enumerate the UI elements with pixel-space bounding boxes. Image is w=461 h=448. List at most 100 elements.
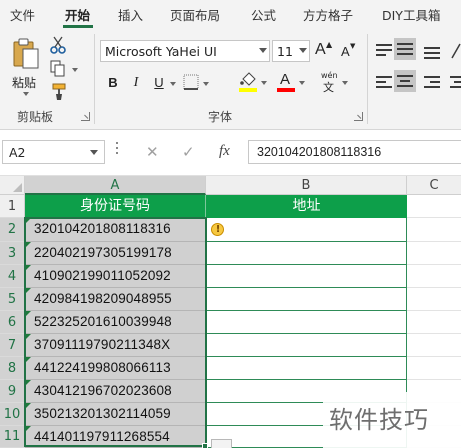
clipboard-group-label: 剪贴板 xyxy=(17,110,54,124)
enter-icon[interactable]: ✓ xyxy=(182,143,195,161)
font-color-icon: A xyxy=(280,71,291,88)
font-color-button[interactable]: A xyxy=(277,71,307,94)
borders-icon xyxy=(183,74,199,90)
address-cell[interactable] xyxy=(206,218,407,242)
tab-file[interactable]: 文件 xyxy=(10,5,35,24)
indent-button[interactable] xyxy=(450,76,461,90)
select-all-button[interactable] xyxy=(0,176,25,195)
orientation-icon xyxy=(451,43,461,59)
ribbon-home: 粘贴 剪贴板 Microsoft YaHei UI 11 A ▲ A ▼ B I… xyxy=(0,28,461,130)
scissors-icon xyxy=(50,36,66,54)
chevron-down-icon xyxy=(299,48,307,53)
row-header-7[interactable]: 7 xyxy=(0,334,25,357)
address-cell[interactable] xyxy=(206,242,407,265)
row-header-11[interactable]: 11 xyxy=(0,426,25,448)
grow-font-button[interactable]: A ▲ xyxy=(315,40,333,61)
align-top-button[interactable] xyxy=(376,44,392,58)
error-check-button[interactable]: ! xyxy=(209,222,227,238)
tab-insert[interactable]: 插入 xyxy=(118,5,143,24)
font-size-select[interactable]: 11 xyxy=(272,40,310,62)
formula-value: 320104201808118316 xyxy=(257,145,382,159)
column-header-a[interactable]: A xyxy=(25,176,206,195)
shrink-font-icon: A xyxy=(341,44,350,59)
tab-home[interactable]: 开始 xyxy=(65,5,90,24)
align-middle-button[interactable] xyxy=(394,38,416,60)
watermark-text: 软件技巧 xyxy=(329,406,429,434)
font-group-label: 字体 xyxy=(208,110,233,124)
warning-mark: ! xyxy=(215,224,221,235)
font-name-select[interactable]: Microsoft YaHei UI xyxy=(100,40,270,62)
underline-button[interactable]: U xyxy=(149,73,169,93)
name-box-value: A2 xyxy=(9,145,26,160)
font-size-value: 11 xyxy=(277,44,293,59)
address-cell[interactable] xyxy=(206,311,407,334)
paste-button[interactable]: 粘贴 xyxy=(8,36,44,96)
cut-button[interactable] xyxy=(50,36,70,56)
column-header-c[interactable]: C xyxy=(407,176,461,195)
fill-color-dropdown-icon xyxy=(261,81,267,85)
underline-dropdown-icon[interactable] xyxy=(170,82,176,86)
fill-color-button[interactable] xyxy=(239,72,269,94)
borders-button[interactable] xyxy=(183,74,211,92)
address-cell[interactable] xyxy=(206,357,407,380)
row-header-8[interactable]: 8 xyxy=(0,357,25,380)
copy-dropdown-icon[interactable] xyxy=(72,68,78,72)
format-painter-button[interactable] xyxy=(50,83,70,103)
align-right-button[interactable] xyxy=(424,76,440,90)
header-cell-id[interactable]: 身份证号码 xyxy=(25,195,206,218)
selection-range xyxy=(24,217,207,447)
paste-dropdown-icon[interactable] xyxy=(23,92,29,96)
row-header-1[interactable]: 1 xyxy=(0,195,25,218)
shrink-font-button[interactable]: A ▼ xyxy=(341,42,359,62)
align-bottom-button[interactable] xyxy=(424,44,440,59)
row-header-4[interactable]: 4 xyxy=(0,265,25,288)
tab-formulas[interactable]: 公式 xyxy=(251,5,276,24)
font-color-swatch xyxy=(277,88,295,92)
quick-analysis-icon[interactable] xyxy=(211,439,232,448)
fill-color-swatch xyxy=(239,88,257,92)
tab-page-layout[interactable]: 页面布局 xyxy=(170,5,220,24)
column-header-b[interactable]: B xyxy=(206,176,407,195)
caret-up-icon: ▲ xyxy=(326,40,333,49)
row-header-10[interactable]: 10 xyxy=(0,403,25,426)
grow-font-icon: A xyxy=(315,41,326,58)
insert-function-button[interactable]: fx xyxy=(219,143,230,160)
tab-fangfang[interactable]: 方方格子 xyxy=(303,5,353,24)
caret-down-icon: ▼ xyxy=(350,42,356,50)
tab-diy-toolbox[interactable]: DIY工具箱 xyxy=(382,5,440,24)
orientation-button[interactable] xyxy=(450,42,461,60)
paste-label: 粘贴 xyxy=(12,76,37,90)
clipboard-launcher-icon[interactable] xyxy=(81,112,90,121)
row-header-2[interactable]: 2 xyxy=(0,218,25,242)
bold-button[interactable]: B xyxy=(103,73,123,93)
row-header-9[interactable]: 9 xyxy=(0,380,25,403)
paste-icon xyxy=(13,38,39,69)
header-cell-address[interactable]: 地址 xyxy=(206,195,407,218)
font-name-value: Microsoft YaHei UI xyxy=(105,44,217,59)
copy-button[interactable] xyxy=(50,60,80,78)
row-header-3[interactable]: 3 xyxy=(0,242,25,265)
ribbon-tab-bar: 文件 开始 插入 页面布局 公式 方方格子 DIY工具箱 xyxy=(0,0,461,28)
row-header-5[interactable]: 5 xyxy=(0,288,25,311)
align-center-button[interactable] xyxy=(394,70,416,92)
group-divider xyxy=(94,34,95,124)
fill-handle[interactable] xyxy=(202,443,208,448)
address-cell[interactable] xyxy=(206,288,407,311)
paint-bucket-icon xyxy=(240,72,256,86)
cancel-icon[interactable]: ✕ xyxy=(146,143,159,161)
align-left-button[interactable] xyxy=(376,76,392,90)
group-divider xyxy=(367,34,368,124)
phonetic-button[interactable]: wén 文 xyxy=(320,71,350,94)
font-launcher-icon[interactable] xyxy=(354,112,363,121)
formula-bar-grip[interactable] xyxy=(116,142,119,162)
italic-button[interactable]: I xyxy=(126,73,146,93)
address-cell[interactable] xyxy=(206,334,407,357)
align-center-icon xyxy=(397,74,413,88)
format-painter-icon xyxy=(52,83,66,100)
align-middle-icon xyxy=(397,42,413,56)
address-cell[interactable] xyxy=(206,265,407,288)
formula-input[interactable]: 320104201808118316 xyxy=(248,140,461,164)
name-box[interactable]: A2 xyxy=(2,140,105,164)
row-header-6[interactable]: 6 xyxy=(0,311,25,334)
phonetic-glyph-icon: 文 xyxy=(323,81,334,94)
